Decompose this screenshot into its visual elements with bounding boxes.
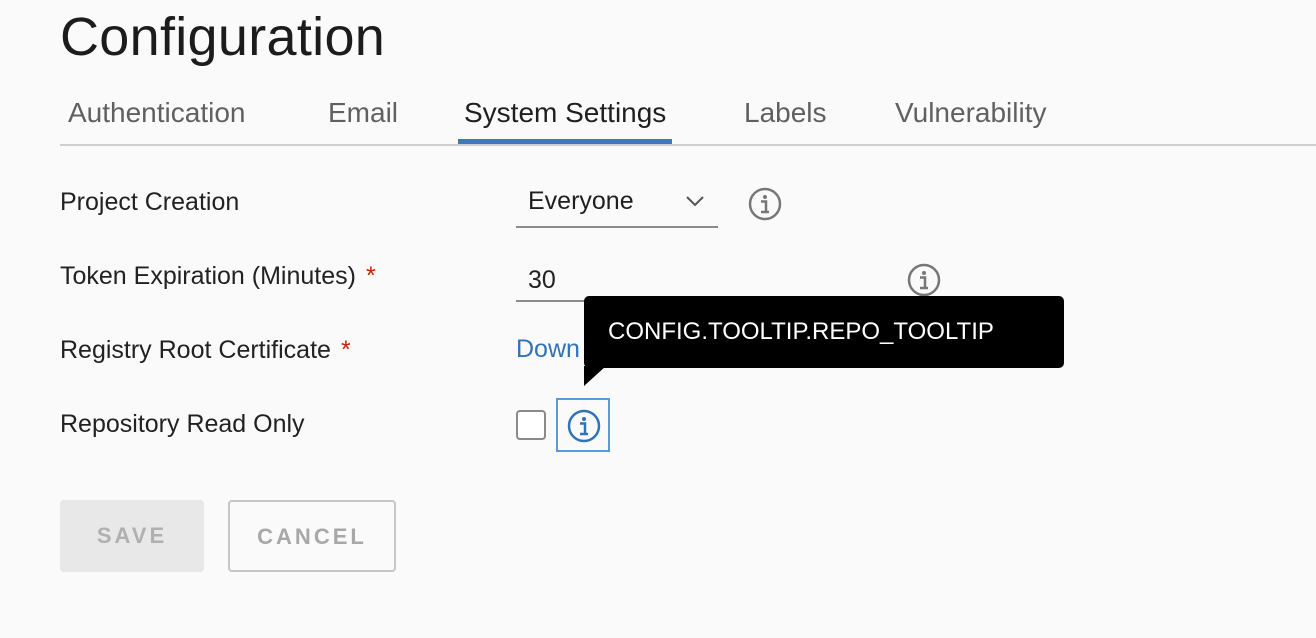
tab-vulnerability[interactable]: Vulnerability bbox=[889, 92, 1052, 142]
tooltip: CONFIG.TOOLTIP.REPO_TOOLTIP bbox=[584, 296, 1064, 368]
tab-labels[interactable]: Labels bbox=[738, 92, 833, 142]
info-icon[interactable] bbox=[748, 187, 782, 221]
download-certificate-link[interactable]: Down bbox=[516, 335, 580, 364]
root-certificate-label: Registry Root Certificate * bbox=[60, 336, 351, 365]
read-only-label: Repository Read Only bbox=[60, 410, 305, 438]
tab-system-settings[interactable]: System Settings bbox=[458, 92, 673, 144]
required-mark: * bbox=[365, 262, 376, 290]
project-creation-value: Everyone bbox=[528, 187, 634, 215]
token-expiration-label: Token Expiration (Minutes) * bbox=[60, 262, 376, 291]
project-creation-label: Project Creation bbox=[60, 188, 240, 216]
root-certificate-label-text: Registry Root Certificate bbox=[60, 336, 331, 364]
cancel-button[interactable]: CANCEL bbox=[228, 500, 396, 572]
tooltip-arrow bbox=[584, 366, 606, 386]
save-button[interactable]: SAVE bbox=[60, 500, 204, 572]
tab-email[interactable]: Email bbox=[322, 92, 404, 142]
tab-authentication[interactable]: Authentication bbox=[62, 92, 251, 142]
project-creation-select[interactable]: Everyone bbox=[516, 186, 718, 228]
info-icon[interactable] bbox=[907, 263, 941, 297]
info-icon[interactable] bbox=[556, 398, 610, 452]
token-expiration-label-text: Token Expiration (Minutes) bbox=[60, 262, 356, 290]
chevron-down-icon bbox=[686, 196, 704, 207]
tab-bar: Authentication Email System Settings Lab… bbox=[60, 92, 1316, 146]
read-only-checkbox[interactable] bbox=[516, 410, 546, 440]
page-title: Configuration bbox=[60, 7, 386, 67]
required-mark: * bbox=[340, 336, 351, 364]
